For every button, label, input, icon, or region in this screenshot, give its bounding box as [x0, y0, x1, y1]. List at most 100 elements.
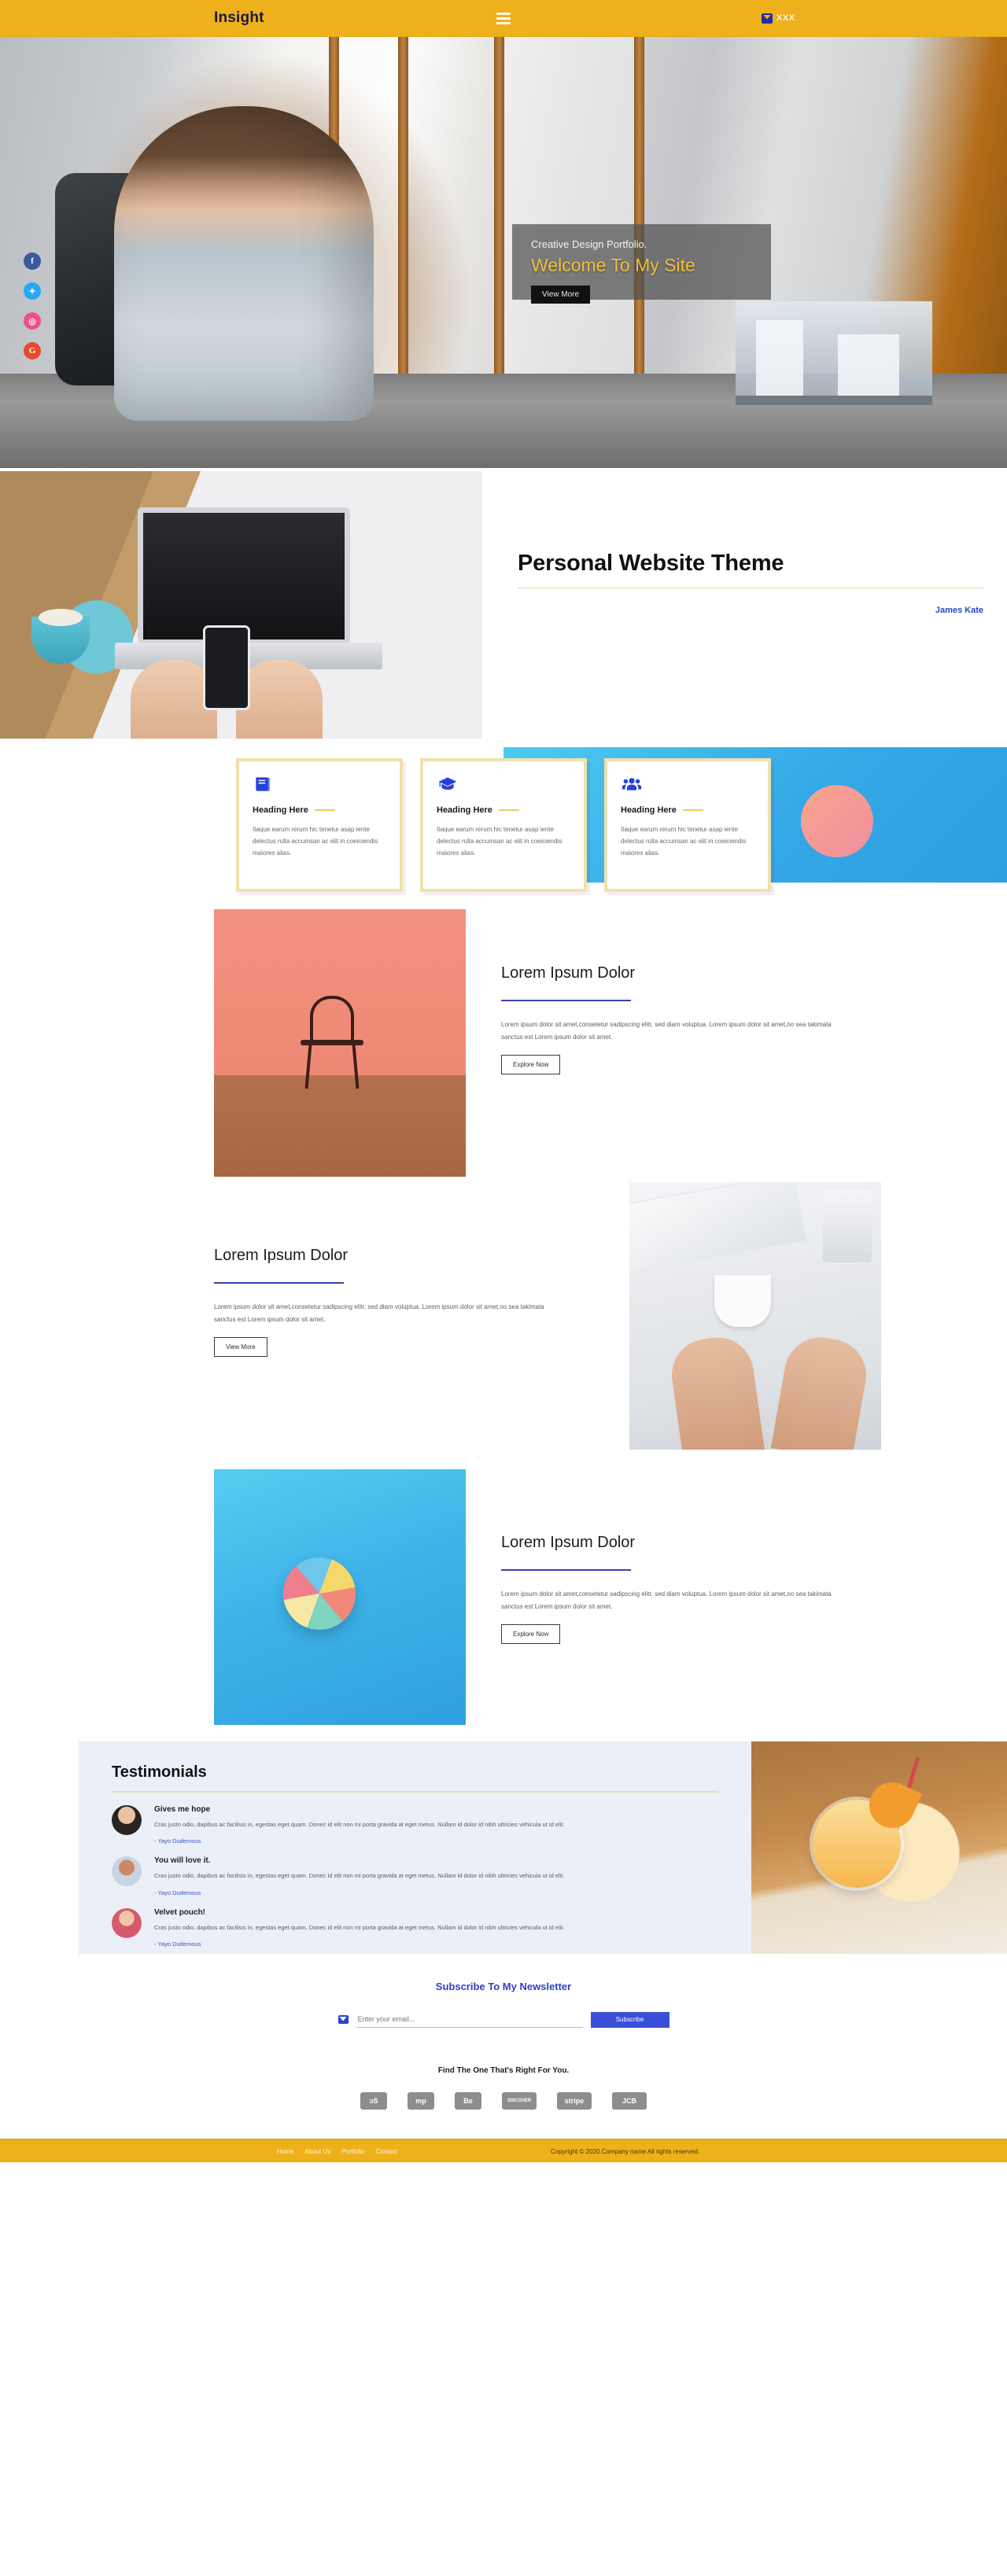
- testimonial-author[interactable]: - Yayo Dudemous: [154, 1837, 565, 1844]
- twitter-icon[interactable]: ✦: [24, 282, 41, 300]
- testimonial-body: Cras justo odio, dapibus ac facilisis in…: [154, 1872, 565, 1880]
- google-plus-icon[interactable]: G: [24, 342, 41, 359]
- testimonials-drink-photo: [751, 1741, 1007, 1954]
- section-1-explore-button[interactable]: Explore Now: [501, 1055, 561, 1074]
- theme-workspace-photo: [0, 471, 482, 739]
- theme-author[interactable]: James Kate: [518, 606, 983, 615]
- coffee-cup-illustration: [31, 609, 90, 664]
- book-icon: [253, 774, 386, 796]
- section-3-divider: [501, 1569, 631, 1571]
- footer-link-about[interactable]: About Us: [304, 2148, 330, 2155]
- hero-model-buildings: [736, 301, 932, 396]
- feature-card[interactable]: Heading Here Itaque earum rerum hic tene…: [236, 758, 403, 892]
- hamburger-icon[interactable]: [496, 12, 511, 24]
- newsletter-section: Subscribe To My Newsletter Subscribe: [0, 1954, 1007, 2052]
- testimonial-content: Gives me hope Cras justo odio, dapibus a…: [154, 1805, 565, 1844]
- section-3-body: Lorem ipsum dolor sit amet,consetetur sa…: [501, 1590, 832, 1610]
- testimonial-content: You will love it. Cras justo odio, dapib…: [154, 1856, 565, 1896]
- payment-brands-section: Find The One That's Right For You. ɔS mp…: [0, 2052, 1007, 2139]
- feature-card-heading-row: Heading Here: [437, 805, 570, 815]
- testimonial-item: Gives me hope Cras justo odio, dapibus a…: [112, 1805, 718, 1844]
- footer-copyright: Copyright © 2020.Company name All rights…: [551, 2147, 700, 2155]
- newsletter-title: Subscribe To My Newsletter: [435, 1981, 572, 1992]
- hero-view-more-button[interactable]: View More: [531, 286, 591, 304]
- footer-link-portfolio[interactable]: Portfolio: [341, 2148, 364, 2155]
- feature-card-title: Heading Here: [253, 805, 308, 815]
- testimonial-author[interactable]: - Yayo Dudemous: [154, 1940, 565, 1948]
- title-dash: [682, 809, 703, 811]
- coffee-mug-illustration: [714, 1275, 771, 1327]
- arm-illustration: [770, 1332, 872, 1450]
- feature-card-body: Itaque earum rerum hic tenetur asap ient…: [437, 826, 563, 857]
- social-links: f ✦ ◎ G: [24, 252, 41, 359]
- dribbble-icon[interactable]: ◎: [24, 312, 41, 330]
- content-text-2: Lorem Ipsum Dolor Lorem ipsum dolor sit …: [0, 1182, 629, 1450]
- testimonial-content: Velvet pouch! Cras justo odio, dapibus a…: [154, 1908, 565, 1948]
- testimonial-heading: Velvet pouch!: [154, 1907, 206, 1917]
- chair-back: [310, 996, 354, 1040]
- hero-title: Welcome To My Site: [531, 255, 695, 275]
- page-root: Insight XXX f ✦ ◎ G Creative Design Port…: [0, 0, 1007, 2162]
- footer-link-contact[interactable]: Contact: [376, 2148, 398, 2155]
- jcb-icon[interactable]: JCB: [612, 2092, 647, 2110]
- content-section-3: Lorem Ipsum Dolor Lorem ipsum dolor sit …: [0, 1461, 1007, 1729]
- feature-cards-row: Heading Here Itaque earum rerum hic tene…: [0, 758, 1007, 892]
- content-section-1: Lorem Ipsum Dolor Lorem ipsum dolor sit …: [0, 903, 1007, 1182]
- title-dash: [314, 809, 335, 811]
- section-1-title: Lorem Ipsum Dolor: [501, 964, 636, 982]
- avatar: [112, 1805, 142, 1835]
- footer-link-home[interactable]: Home: [277, 2148, 293, 2155]
- stripe-icon[interactable]: stripe: [557, 2092, 592, 2110]
- feature-card-body: Itaque earum rerum hic tenetur asap ient…: [253, 826, 378, 857]
- section-2-divider: [214, 1282, 344, 1284]
- site-logo[interactable]: Insight: [214, 9, 264, 27]
- section-2-view-more-button[interactable]: View More: [214, 1337, 267, 1357]
- chair-leg: [304, 1044, 312, 1089]
- chair-illustration: [296, 996, 368, 1089]
- theme-intro-section: Personal Website Theme James Kate: [0, 468, 1007, 747]
- feature-card-title: Heading Here: [621, 805, 677, 815]
- testimonials-divider: [112, 1791, 718, 1793]
- footer-nav: Home About Us Portfolio Contact: [277, 2148, 397, 2155]
- header-contact-label: XXX: [776, 13, 795, 23]
- section-1-body: Lorem ipsum dolor sit amet,consetetur sa…: [501, 1021, 832, 1041]
- behance-icon[interactable]: Be: [455, 2092, 481, 2110]
- testimonial-author[interactable]: - Yayo Dudemous: [154, 1889, 565, 1896]
- feature-cards-section: Heading Here Itaque earum rerum hic tene…: [0, 747, 1007, 903]
- graduation-cap-icon: [437, 774, 570, 796]
- brands-title: Find The One That's Right For You.: [437, 2066, 570, 2075]
- header-contact[interactable]: XXX: [762, 13, 795, 24]
- site-header: Insight XXX: [0, 0, 1007, 37]
- testimonial-heading: You will love it.: [154, 1856, 211, 1866]
- hero-banner: f ✦ ◎ G Creative Design Portfolio. Welco…: [0, 37, 1007, 468]
- mp-icon[interactable]: mp: [408, 2092, 434, 2110]
- keyboard-illustration: [629, 1182, 807, 1273]
- feature-card[interactable]: Heading Here Itaque earum rerum hic tene…: [420, 758, 587, 892]
- testimonials-panel: Testimonials Gives me hope Cras justo od…: [79, 1741, 751, 1954]
- chair-leg: [352, 1044, 360, 1089]
- discover-icon[interactable]: DISCOVER: [502, 2092, 537, 2110]
- beach-ball-photo: [214, 1469, 466, 1725]
- section-2-body: Lorem ipsum dolor sit amet,consetetur sa…: [214, 1303, 544, 1323]
- section-2-title: Lorem Ipsum Dolor: [214, 1247, 349, 1264]
- theme-text-block: Personal Website Theme James Kate: [482, 468, 1007, 747]
- newsletter-form: Subscribe: [338, 2011, 669, 2028]
- facebook-icon[interactable]: f: [24, 252, 41, 270]
- feature-card[interactable]: Heading Here Itaque earum rerum hic tene…: [604, 758, 771, 892]
- lastfm-icon[interactable]: ɔS: [360, 2092, 387, 2110]
- testimonial-body: Cras justo odio, dapibus ac facilisis in…: [154, 1821, 565, 1828]
- newsletter-email-input[interactable]: [356, 2011, 583, 2028]
- testimonials-title: Testimonials: [112, 1763, 207, 1781]
- feature-card-title: Heading Here: [437, 805, 492, 815]
- content-text-3: Lorem Ipsum Dolor Lorem ipsum dolor sit …: [466, 1469, 1007, 1725]
- users-group-icon: [621, 774, 754, 796]
- envelope-icon: [338, 2015, 349, 2024]
- newsletter-subscribe-button[interactable]: Subscribe: [590, 2011, 669, 2028]
- envelope-icon: [762, 13, 773, 24]
- avatar: [112, 1856, 142, 1887]
- section-3-explore-button[interactable]: Explore Now: [501, 1624, 561, 1644]
- testimonial-body: Cras justo odio, dapibus ac facilisis in…: [154, 1923, 565, 1931]
- hero-kicker: Creative Design Portfolio.: [531, 238, 647, 250]
- theme-title: Personal Website Theme: [518, 551, 784, 576]
- testimonial-item: You will love it. Cras justo odio, dapib…: [112, 1856, 718, 1896]
